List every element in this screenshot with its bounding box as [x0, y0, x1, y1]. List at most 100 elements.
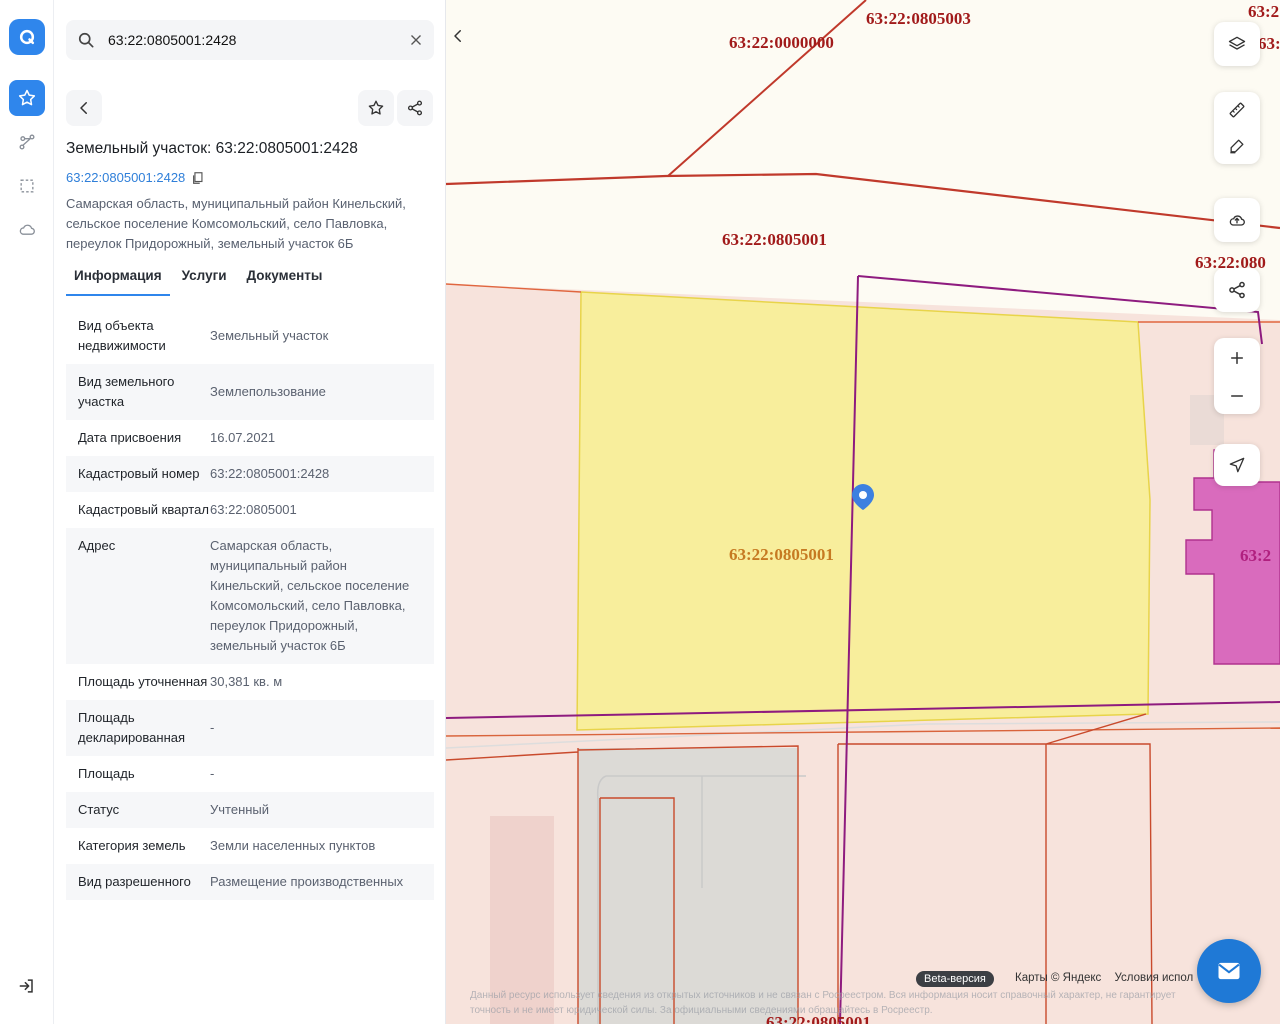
table-row: Статус Учтенный [66, 792, 434, 828]
layers-control [1214, 22, 1260, 66]
add-favorite-button[interactable] [358, 90, 394, 126]
tab-services[interactable]: Услуги [174, 264, 235, 296]
table-row: Площадь - [66, 756, 434, 792]
cadastral-map[interactable]: 63:22:0000000 63:22:0805003 63:22:080500… [446, 0, 1280, 1024]
table-row: Вид разрешенного Размещение производствен… [66, 864, 434, 900]
clear-search-button[interactable] [406, 30, 426, 50]
cadastral-number-text[interactable]: 63:22:0805001:2428 [66, 170, 185, 185]
property-key: Вид земельного участка [78, 374, 175, 409]
mail-icon [1218, 962, 1240, 980]
property-value: 16.07.2021 [210, 430, 276, 445]
chevron-left-icon [454, 30, 461, 42]
upload-button[interactable] [1214, 198, 1260, 242]
chevron-left-icon [80, 102, 87, 114]
geolocation-button[interactable] [1214, 444, 1260, 486]
search-bar [66, 20, 434, 60]
table-row: Кадастровый квартал 63:22:0805001 [66, 492, 434, 528]
left-rail [0, 0, 54, 1024]
table-row: Вид объекта недвижимости Земельный участо… [66, 308, 434, 364]
tab-documents[interactable]: Документы [239, 264, 331, 296]
quarter-label: 63:2 [1248, 2, 1279, 21]
collapse-panel-button[interactable] [446, 20, 470, 52]
property-key: Категория земель [78, 838, 186, 853]
property-key: Кадастровый номер [78, 466, 200, 481]
dashed-square-icon [20, 179, 34, 193]
login-button[interactable] [9, 968, 45, 1004]
quarter-boundary [667, 0, 867, 177]
back-button[interactable] [66, 90, 102, 126]
upload-control [1214, 198, 1260, 242]
property-key: Площадь уточненная [78, 674, 208, 689]
cadastral-number-link[interactable]: 63:22:0805001:2428 [66, 170, 205, 185]
share-icon [407, 100, 423, 116]
search-input[interactable] [108, 32, 398, 48]
map-share-button[interactable] [1214, 268, 1260, 312]
tab-bar: Информация Услуги Документы [66, 264, 434, 296]
maps-copyright[interactable]: Карты © Яндекс [1015, 972, 1101, 984]
feedback-mail-button[interactable] [1197, 939, 1261, 1003]
login-icon [19, 979, 33, 993]
ruler-button[interactable] [1214, 92, 1260, 128]
property-value: 63:22:0805001:2428 [210, 466, 330, 481]
map-share-control [1214, 268, 1260, 312]
table-row: Адрес Самарская область, муниципальный ра… [66, 528, 434, 664]
zoom-control [1214, 338, 1260, 414]
properties-table: Вид объекта недвижимости Земельный участо… [66, 308, 434, 900]
zoom-out-button[interactable] [1214, 378, 1260, 414]
quarter-label: 63:22:0000000 [729, 33, 834, 52]
share-button[interactable] [397, 90, 433, 126]
layers-icon [1228, 36, 1246, 50]
edit-icon [1230, 139, 1244, 154]
quarter-label: 63:2 [1240, 546, 1271, 565]
property-key: Статус [78, 802, 120, 817]
cloud-nav-button[interactable] [9, 212, 45, 248]
plus-icon [1231, 352, 1243, 364]
parcel-label: 63:22:0805001 [729, 545, 834, 564]
disclaimer-text: Данный ресурс использует сведения из отк… [470, 990, 1176, 1016]
property-value: Земли населенных пунктов [210, 838, 376, 853]
property-value: 63:22:0805001 [210, 502, 297, 517]
map-canvas[interactable]: 63:22:0000000 63:22:0805003 63:22:080500… [446, 0, 1280, 1024]
zoom-in-button[interactable] [1214, 338, 1260, 378]
selected-parcel[interactable] [576, 291, 1151, 731]
table-row: Категория земель Земли населенных пунктов [66, 828, 434, 864]
property-value: Размещение производственных [210, 874, 404, 889]
layers-button[interactable] [1214, 22, 1260, 66]
property-value: - [210, 766, 215, 781]
star-icon [368, 100, 384, 115]
tab-information[interactable]: Информация [66, 264, 170, 296]
area-select-nav-button[interactable] [9, 168, 45, 204]
property-key: Вид объекта недвижимости [78, 318, 166, 353]
copy-icon[interactable] [191, 171, 205, 185]
quarter-label: 63:2 [1258, 34, 1280, 53]
logo[interactable] [9, 19, 45, 55]
property-key: Площадь [78, 766, 135, 781]
geolocation-control [1214, 444, 1260, 486]
table-row: Дата присвоения 16.07.2021 [66, 420, 434, 456]
property-value: - [210, 720, 215, 735]
property-key: Дата присвоения [78, 430, 182, 445]
quarter-label: 63:22:0805001 [722, 230, 827, 249]
object-title: Земельный участок: 63:22:0805001:2428 [66, 140, 358, 157]
table-row: Вид земельного участка Землепользование [66, 364, 434, 420]
table-row: Кадастровый номер 63:22:0805001:2428 [66, 456, 434, 492]
cloud-icon [19, 224, 35, 235]
favorites-nav-button[interactable] [9, 80, 45, 116]
search-icon [78, 32, 94, 48]
quarter-boundary [446, 172, 1280, 230]
logo-icon [19, 29, 35, 45]
property-key: Вид разрешенного [78, 874, 191, 889]
navigation-arrow-icon [1229, 457, 1245, 473]
route-nav-button[interactable] [9, 124, 45, 160]
property-value: Земельный участок [210, 328, 329, 343]
tools-control [1214, 92, 1260, 164]
beta-badge: Beta-версия [916, 971, 994, 987]
object-address: Самарская область, муниципальный район К… [66, 196, 406, 251]
property-key: Площадь декларированная [78, 710, 186, 745]
draw-button[interactable] [1214, 128, 1260, 164]
terms-link[interactable]: Условия испол [1115, 972, 1194, 984]
info-panel: Земельный участок: 63:22:0805001:2428 63… [54, 0, 446, 1024]
minus-icon [1231, 395, 1243, 397]
share-icon [1229, 281, 1245, 299]
property-key: Кадастровый квартал [78, 502, 209, 517]
